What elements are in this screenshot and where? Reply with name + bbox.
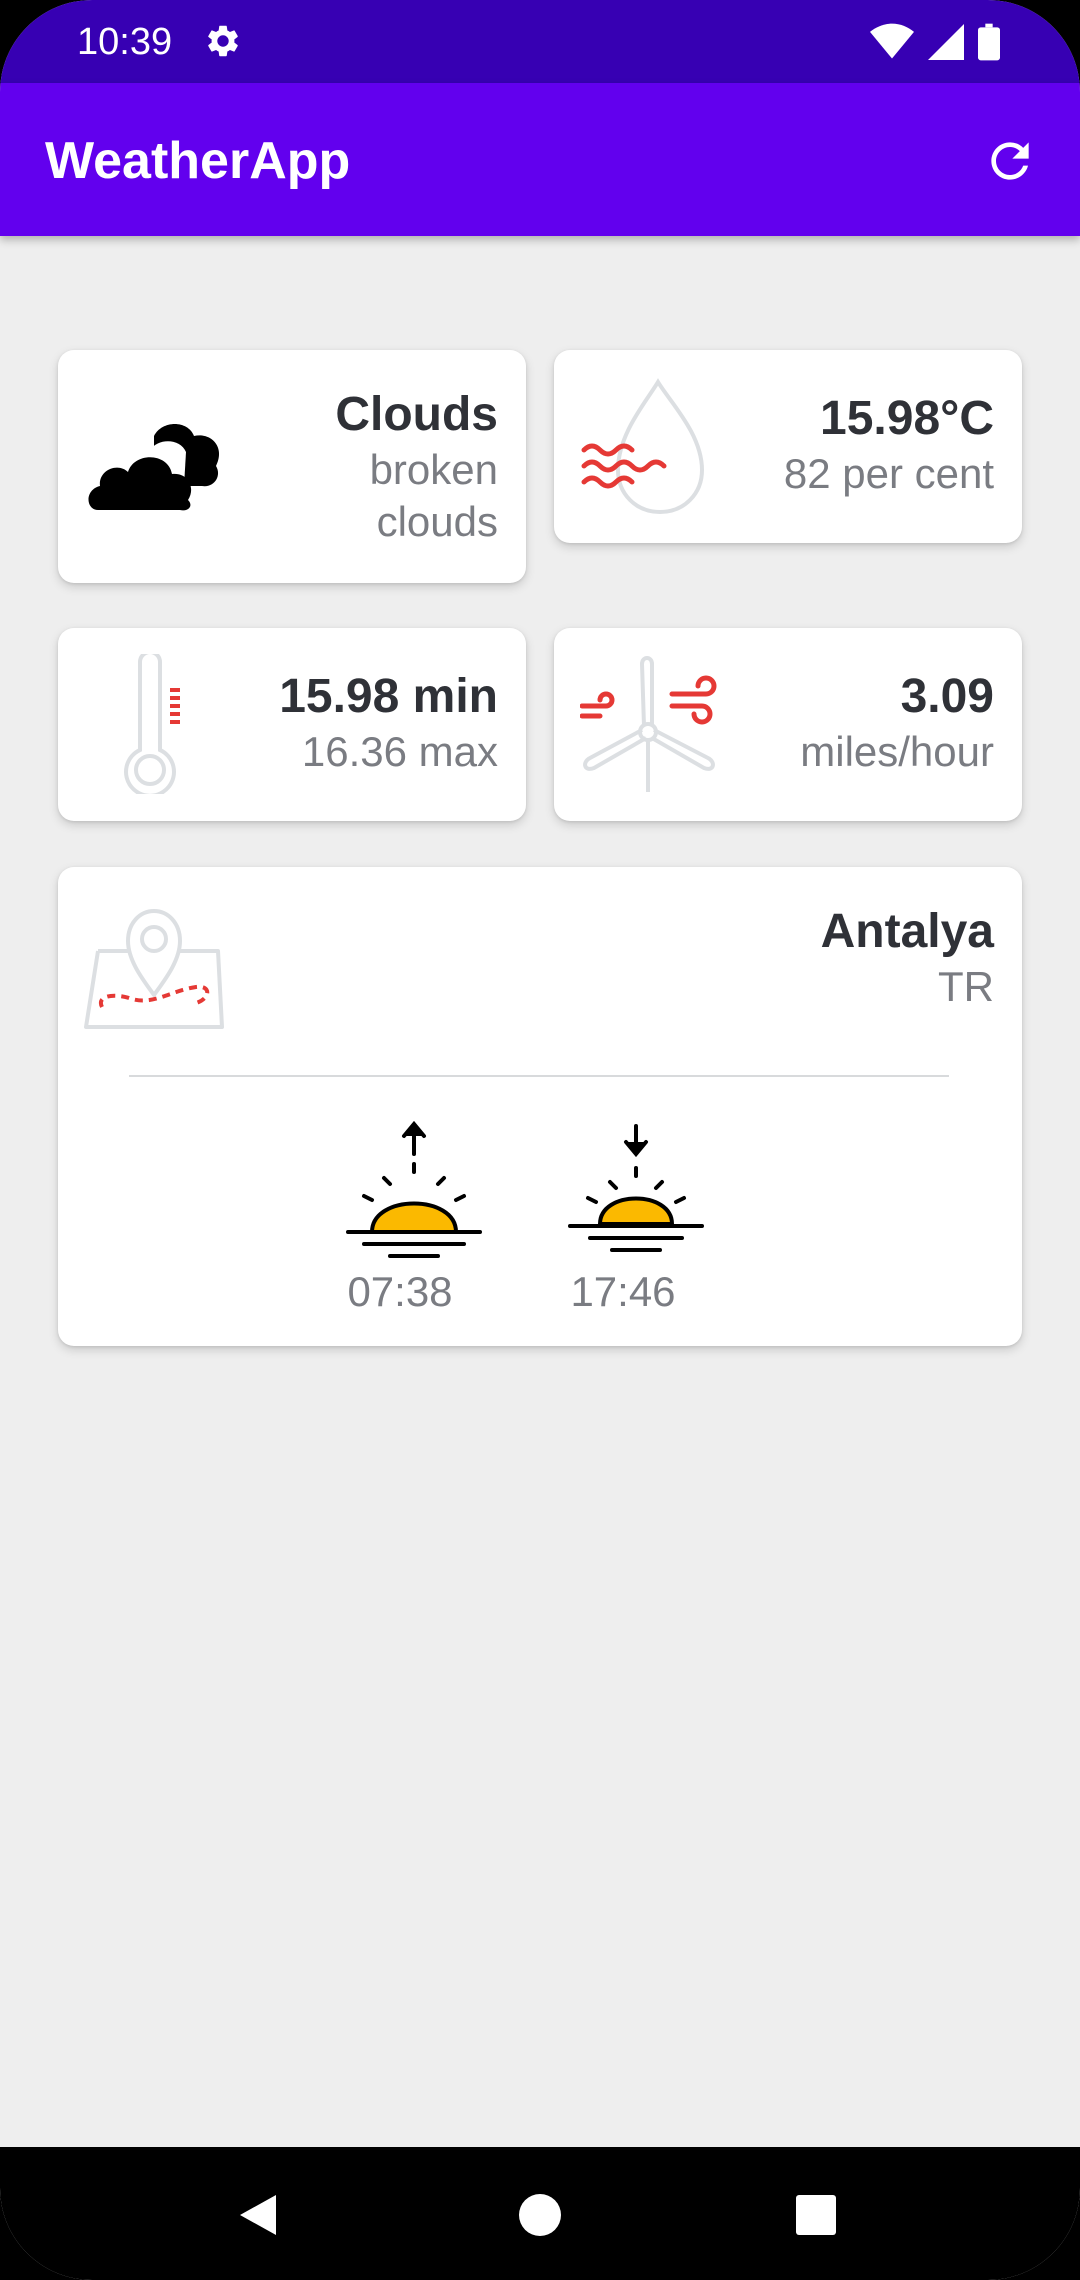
sunrise-icon — [346, 1120, 482, 1258]
wind-unit: miles/hour — [800, 728, 994, 775]
sunset-icon — [568, 1124, 704, 1252]
sunrise-time: 07:38 — [347, 1268, 453, 1315]
recents-button[interactable] — [796, 2195, 836, 2235]
location-city: Antalya — [820, 905, 994, 958]
humidity-text: 15.98°C 82 per cent — [784, 390, 994, 500]
humidity-value: 82 per cent — [783, 450, 994, 497]
weather-text: Clouds broken clouds — [335, 386, 498, 548]
wind-speed: 3.09 — [900, 670, 994, 723]
status-bar: 10:39 — [0, 0, 1080, 83]
settings-icon — [208, 25, 238, 57]
map-pin-icon — [84, 909, 224, 1029]
app-bar: WeatherApp — [0, 83, 1080, 236]
refresh-button[interactable] — [978, 129, 1042, 193]
clouds-icon — [88, 424, 220, 511]
temperature-value: 15.98°C — [820, 392, 994, 445]
screen: 10:39 WeatherApp Clouds broken clouds 15… — [0, 0, 1080, 2280]
app-title: WeatherApp — [45, 132, 351, 190]
sunset-time: 17:46 — [570, 1268, 676, 1315]
refresh-icon — [991, 142, 1029, 180]
weather-card: Clouds broken clouds — [58, 350, 526, 583]
location-card: Antalya TR — [58, 867, 1022, 1346]
wind-turbine-icon — [580, 656, 717, 792]
signal-icon — [928, 24, 964, 60]
weather-main: Clouds — [335, 388, 498, 441]
minmax-text: 15.98 min 16.36 max — [279, 668, 498, 778]
wind-card: 3.09 miles/hour — [554, 628, 1022, 821]
navigation-bar — [0, 2147, 1080, 2280]
weather-description-line2: clouds — [376, 498, 498, 545]
wind-text: 3.09 miles/hour — [800, 668, 994, 778]
status-time: 10:39 — [77, 21, 173, 63]
status-icons — [870, 22, 1000, 62]
temp-max: 16.36 max — [301, 728, 498, 775]
humidity-card: 15.98°C 82 per cent — [554, 350, 1022, 543]
back-button[interactable] — [236, 2191, 280, 2239]
home-button[interactable] — [518, 2193, 562, 2237]
location-country: TR — [938, 963, 994, 1010]
location-divider — [129, 1075, 949, 1077]
temp-min: 15.98 min — [279, 670, 498, 723]
wifi-icon — [870, 23, 914, 59]
minmax-card: 15.98 min 16.36 max — [58, 628, 526, 821]
weather-description-line1: broken — [369, 446, 498, 493]
location-text: Antalya TR — [821, 903, 994, 1013]
battery-icon — [978, 23, 1000, 61]
humidity-drop-icon — [581, 378, 705, 515]
thermometer-icon — [124, 654, 180, 794]
